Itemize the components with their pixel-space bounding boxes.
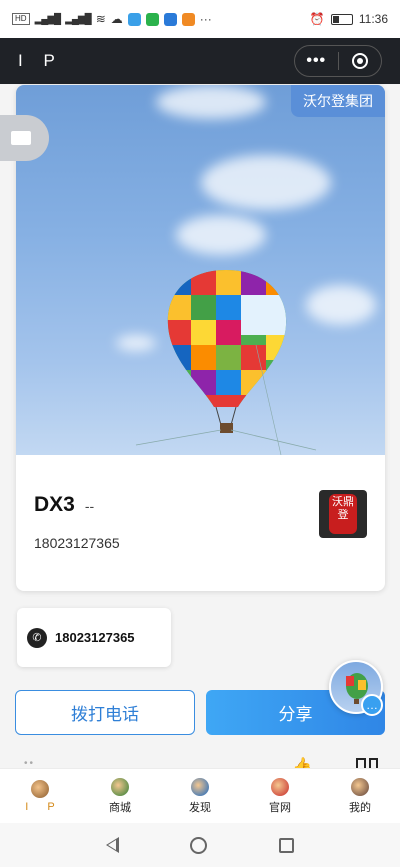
phone-icon: ✆	[27, 627, 47, 648]
hd-badge: HD	[12, 13, 30, 25]
target-icon	[351, 53, 368, 69]
ip-avatar-icon	[31, 779, 49, 798]
shop-avatar-icon	[111, 777, 129, 796]
business-card: 沃尔登集团 DX3 -- 18023127365 沃鼎登	[16, 85, 385, 591]
clock: 11:36	[358, 12, 388, 26]
signal-icon-2: ▂▄▆█	[65, 13, 92, 25]
status-right: ⏰ 11:36	[310, 12, 388, 26]
tab-ip[interactable]: I P	[0, 769, 80, 823]
alarm-icon: ⏰	[309, 12, 325, 26]
tab-mine[interactable]: 我的	[320, 769, 400, 823]
bottom-tab-bar: I P 商城 发现 官网 我的	[0, 768, 400, 823]
discover-avatar-icon	[191, 777, 209, 796]
contact-name: DX3	[34, 493, 75, 516]
chat-icon[interactable]: …	[361, 694, 383, 716]
phone-chip-number: 18023127365	[55, 630, 135, 645]
system-nav-bar	[0, 823, 400, 867]
cloud-icon: ☁	[110, 12, 123, 26]
recent-apps-icon[interactable]	[279, 837, 295, 853]
tab-label: I P	[25, 800, 63, 813]
company-tag: 沃尔登集团	[291, 85, 385, 117]
mine-avatar-icon	[351, 777, 369, 796]
contact-phone: 18023127365	[34, 535, 120, 551]
tab-label: 我的	[349, 801, 371, 814]
status-bar: HD ▂▄▆█ ▂▄▆█ ≋ ☁ ··· ⏰ 11:36	[0, 0, 400, 38]
phone-chip[interactable]: ✆ 18023127365	[17, 608, 171, 667]
tab-label: 官网	[269, 801, 291, 814]
more-notifications-icon: ···	[199, 12, 212, 26]
tab-shop[interactable]: 商城	[80, 769, 160, 823]
hot-air-balloon-photo: 沃尔登集团	[16, 85, 385, 455]
contact-title: --	[84, 498, 95, 514]
company-logo: 沃鼎登	[319, 490, 367, 538]
tab-label: 发现	[189, 801, 211, 814]
back-icon[interactable]	[105, 837, 119, 853]
capsule-menu: •••	[294, 45, 382, 77]
close-mini-program-button[interactable]	[339, 46, 382, 76]
side-card-toggle[interactable]	[0, 115, 49, 161]
mini-program-header: I P •••	[0, 38, 400, 84]
status-left: HD ▂▄▆█ ▂▄▆█ ≋ ☁ ···	[12, 12, 212, 26]
home-icon[interactable]	[190, 836, 208, 854]
balloon-illustration	[135, 270, 317, 455]
app-notification-icon-2	[163, 12, 177, 26]
more-options-button[interactable]: •••	[295, 46, 338, 76]
tab-discover[interactable]: 发现	[160, 769, 240, 823]
card-icon	[11, 131, 31, 145]
official-site-avatar-icon	[271, 777, 289, 796]
page-title: I P	[18, 51, 63, 70]
battery-icon	[330, 13, 353, 25]
app-notification-icon	[127, 12, 141, 26]
app-notification-icon-3	[181, 12, 195, 26]
logo-seal: 沃鼎登	[329, 494, 357, 534]
name-row: DX3 --	[34, 493, 120, 517]
card-info: DX3 -- 18023127365	[34, 493, 120, 551]
call-button[interactable]: 拨打电话	[15, 690, 195, 735]
wifi-icon: ≋	[95, 12, 106, 26]
wechat-icon	[145, 12, 159, 26]
tab-label: 商城	[109, 801, 131, 814]
tab-official-site[interactable]: 官网	[240, 769, 320, 823]
signal-icon: ▂▄▆█	[34, 13, 62, 25]
